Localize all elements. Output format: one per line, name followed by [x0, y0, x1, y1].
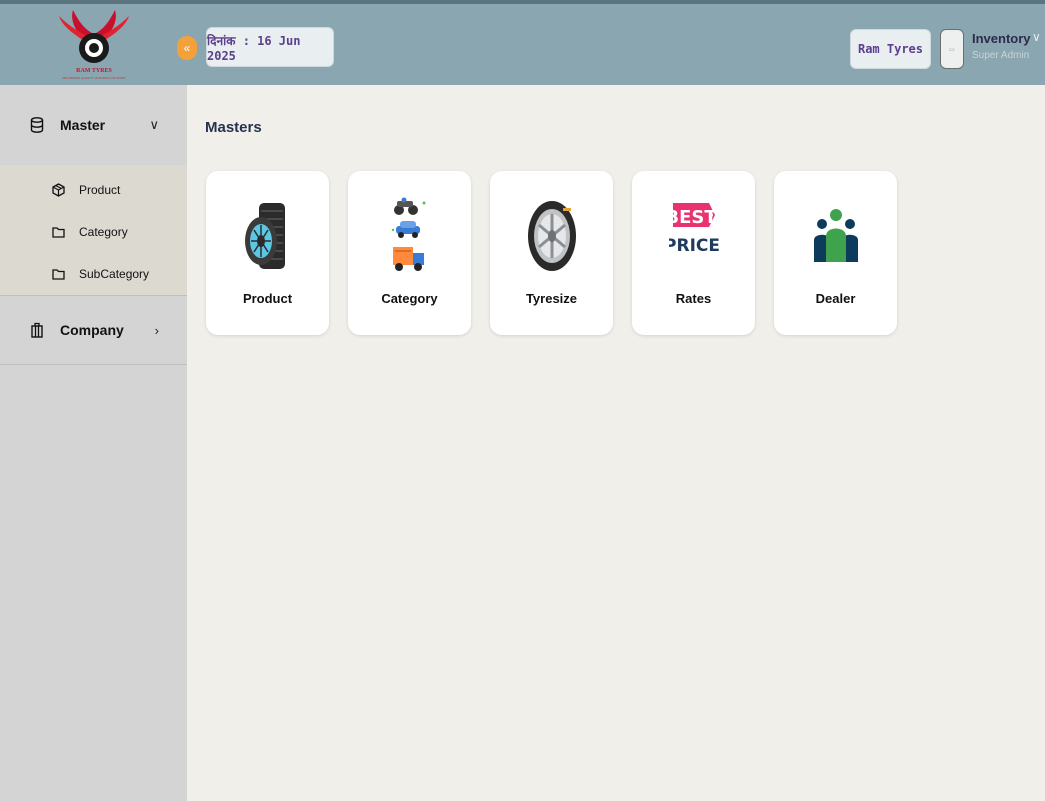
card-rates[interactable]: BEST PRICE Rates [632, 171, 755, 335]
user-role: Super Admin [972, 50, 1030, 61]
master-cards: Product Category Tyresize BEST PRICE Rat… [206, 171, 897, 335]
logo-text: RAM TYRES [76, 68, 112, 74]
avatar[interactable]: ▭ [940, 29, 964, 69]
sidebar-item-product[interactable]: Product [0, 169, 187, 211]
card-product[interactable]: Product [206, 171, 329, 335]
card-dealer[interactable]: Dealer [774, 171, 897, 335]
divider [0, 364, 187, 365]
folder-icon [52, 227, 65, 238]
tyre-stack-icon [244, 203, 285, 269]
sidebar-item-label: SubCategory [79, 267, 150, 281]
best-text: BEST [669, 207, 717, 228]
master-submenu: Product Category SubCategory [0, 165, 187, 295]
card-label: Rates [675, 291, 712, 306]
card-tyresize[interactable]: Tyresize [490, 171, 613, 335]
sidebar-item-category[interactable]: Category [0, 211, 187, 253]
top-header: RAM TYRES DELIVERING QUALITY, BUILDING O… [0, 0, 1045, 85]
chevron-down-icon: ∨ [149, 117, 159, 132]
best-price-icon: BEST PRICE [669, 203, 719, 256]
people-group-icon [813, 209, 858, 262]
double-chevron-left-icon: « [183, 41, 191, 55]
sidebar-collapse-button[interactable]: « [177, 36, 197, 60]
page-title: Masters [205, 119, 262, 136]
chevron-right-icon: › [154, 322, 159, 338]
card-label: Tyresize [525, 291, 578, 306]
sidebar-item-label: Category [79, 225, 128, 239]
sidebar-item-company[interactable]: Company › [0, 296, 187, 364]
card-label: Category [381, 291, 438, 306]
box-icon [52, 183, 65, 197]
luggage-icon [31, 322, 43, 338]
card-category[interactable]: Category [348, 171, 471, 335]
sidebar: Master ∨ Product Category SubCategory Co… [0, 85, 187, 801]
date-label: दिनांक : 16 Jun 2025 [207, 33, 301, 63]
ram-tyres-logo: RAM TYRES DELIVERING QUALITY, BUILDING O… [58, 9, 129, 80]
vehicles-icon [391, 197, 425, 271]
sidebar-item-master[interactable]: Master ∨ [0, 85, 187, 165]
sidebar-item-label: Company [60, 322, 124, 338]
company-name: Ram Tyres [857, 42, 924, 56]
price-text: PRICE [669, 236, 719, 256]
date-display: दिनांक : 16 Jun 2025 [206, 27, 334, 67]
sidebar-item-label: Product [79, 183, 121, 197]
chevron-down-icon[interactable]: ∨ [1032, 30, 1041, 44]
main-content: Masters Product Category Tyresize BEST P… [190, 85, 1045, 801]
logo-tagline: DELIVERING QUALITY, BUILDING ON TRUST [62, 76, 126, 80]
sidebar-item-label: Master [60, 117, 106, 133]
database-icon [30, 117, 44, 133]
card-label: Dealer [815, 291, 856, 306]
company-button[interactable]: Ram Tyres [850, 29, 931, 69]
card-label: Product [242, 291, 293, 306]
tyre-wheel-icon [527, 201, 576, 271]
sidebar-item-subcategory[interactable]: SubCategory [0, 253, 187, 295]
logo: RAM TYRES DELIVERING QUALITY, BUILDING O… [0, 4, 187, 89]
folder-icon [52, 269, 65, 280]
